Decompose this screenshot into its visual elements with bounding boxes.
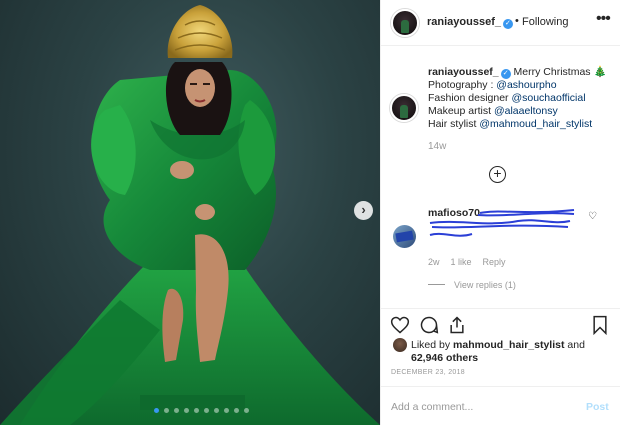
post-actions-bar bbox=[380, 308, 620, 338]
caption-line5-label: Hair stylist bbox=[428, 118, 480, 130]
view-replies-button[interactable]: View replies (1) bbox=[428, 280, 516, 290]
verified-badge-icon: ✓ bbox=[500, 69, 511, 79]
caption-line3-label: Fashion designer bbox=[428, 92, 512, 104]
post-header: raniayoussef_ ✓ • Following ••• bbox=[381, 0, 620, 46]
ellipsis-icon[interactable]: ••• bbox=[596, 10, 611, 28]
likes-others-count[interactable]: 62,946 others bbox=[411, 352, 478, 364]
comment-reply-button[interactable]: Reply bbox=[483, 257, 506, 267]
add-comment-bar: Post bbox=[380, 386, 620, 425]
carousel-dots bbox=[154, 408, 249, 413]
replies-divider bbox=[428, 284, 445, 285]
caption-text: raniayoussef_ ✓ Merry Christmas 🎄 Photogr… bbox=[428, 66, 618, 131]
mention-link[interactable]: @mahmoud_hair_stylist bbox=[479, 118, 592, 130]
mention-link[interactable]: @alaaeltonsy bbox=[494, 105, 558, 117]
liked-by-user[interactable]: mahmoud_hair_stylist bbox=[453, 339, 564, 351]
carousel-dot[interactable] bbox=[194, 408, 199, 413]
carousel-dot[interactable] bbox=[204, 408, 209, 413]
caption-line4-label: Makeup artist bbox=[428, 105, 494, 117]
caption-line1: Merry Christmas 🎄 bbox=[513, 66, 607, 78]
caption-username[interactable]: raniayoussef_ bbox=[428, 66, 499, 78]
like-heart-icon[interactable] bbox=[390, 315, 410, 335]
carousel-dot[interactable] bbox=[184, 408, 189, 413]
likes-summary: Liked by mahmoud_hair_stylist and 62,946… bbox=[411, 339, 611, 365]
comment-time[interactable]: 2w bbox=[428, 257, 440, 267]
carousel-dot[interactable] bbox=[174, 408, 179, 413]
comment-like-heart-icon[interactable]: ♡ bbox=[588, 211, 597, 222]
carousel-dot[interactable] bbox=[164, 408, 169, 413]
carousel-next-button[interactable]: › bbox=[354, 201, 373, 220]
carousel-dot[interactable] bbox=[244, 408, 249, 413]
scribbled-comment-text bbox=[429, 209, 575, 237]
liked-by-avatar[interactable] bbox=[393, 338, 407, 352]
likes-and: and bbox=[564, 339, 585, 351]
caption-author-avatar[interactable] bbox=[390, 94, 418, 122]
author-username-container: raniayoussef_ ✓ bbox=[427, 16, 513, 29]
comment-like-count[interactable]: 1 like bbox=[451, 257, 472, 267]
author-avatar[interactable] bbox=[391, 9, 419, 37]
comment-bubble-icon[interactable] bbox=[419, 315, 439, 335]
caption-line2-label: Photography : bbox=[428, 79, 497, 91]
view-replies-label: View replies (1) bbox=[454, 280, 516, 290]
likes-prefix: Liked by bbox=[411, 339, 454, 351]
carousel-dot[interactable] bbox=[154, 408, 159, 413]
header-separator: • bbox=[515, 15, 519, 27]
verified-badge-icon: ✓ bbox=[502, 19, 513, 29]
load-more-comments-button[interactable]: + bbox=[489, 166, 506, 183]
post-comment-button[interactable]: Post bbox=[586, 401, 609, 413]
post-date[interactable]: DECEMBER 23, 2018 bbox=[391, 369, 465, 376]
author-username[interactable]: raniayoussef_ bbox=[427, 16, 501, 28]
photo-illustration bbox=[0, 5, 380, 425]
carousel-dot[interactable] bbox=[234, 408, 239, 413]
caption-timestamp[interactable]: 14w bbox=[428, 141, 446, 152]
share-upload-icon[interactable] bbox=[447, 315, 467, 335]
add-comment-input[interactable] bbox=[391, 399, 571, 415]
post-photo[interactable]: › bbox=[0, 0, 380, 425]
comment-meta: 2w 1 like Reply bbox=[428, 257, 517, 267]
carousel-dot[interactable] bbox=[214, 408, 219, 413]
following-button[interactable]: Following bbox=[522, 16, 568, 28]
carousel-dot[interactable] bbox=[224, 408, 229, 413]
bookmark-save-icon[interactable] bbox=[591, 315, 609, 335]
mention-link[interactable]: @souchaofficial bbox=[511, 92, 585, 104]
commenter-avatar[interactable] bbox=[393, 225, 416, 248]
mention-link[interactable]: @ashourpho bbox=[496, 79, 556, 91]
